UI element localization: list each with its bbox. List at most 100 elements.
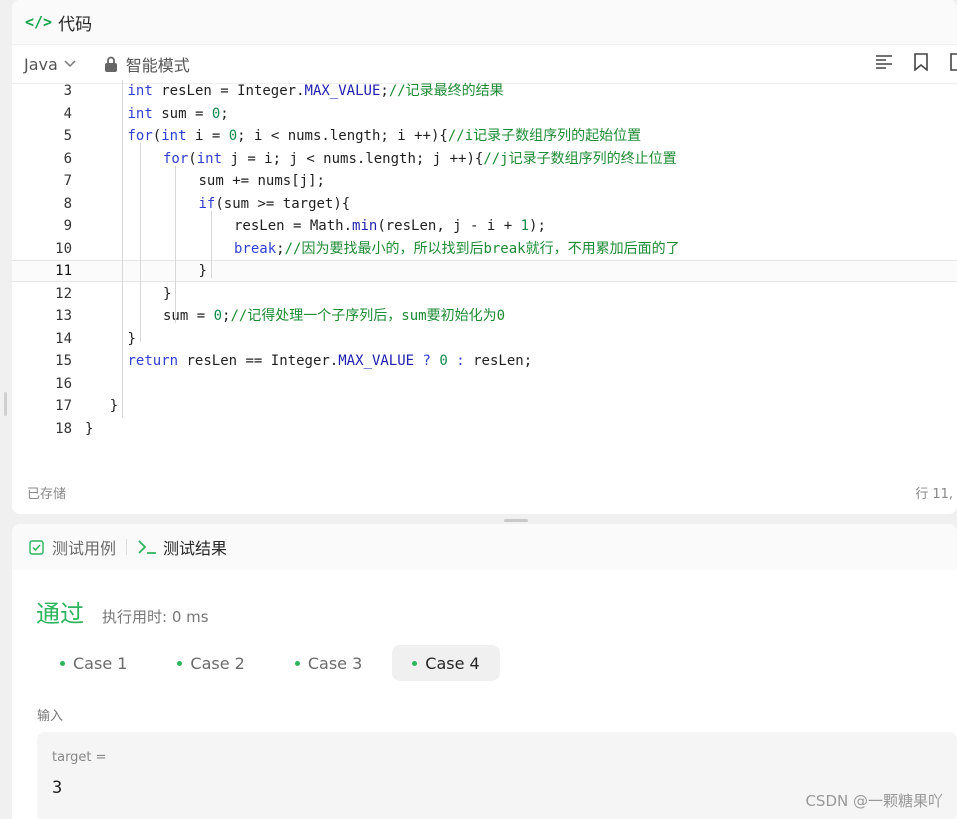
result-tabs: 测试用例 测试结果: [12, 524, 957, 570]
pass-dot-icon: [177, 660, 183, 666]
case-label: Case 3: [307, 653, 363, 673]
code-line[interactable]: 16: [12, 373, 957, 395]
code-token: ?: [414, 353, 440, 369]
code-text: sum = 0;//记得处理一个子序列后，sum要初始化为0: [163, 305, 505, 327]
code-line[interactable]: 14}: [12, 328, 957, 350]
status-bar: 已存储 行 11,: [12, 470, 957, 514]
code-token: //记录最终的结果: [388, 83, 504, 99]
pass-dot-icon: [60, 660, 65, 666]
code-text: sum += nums[j];: [199, 170, 325, 192]
more-icon[interactable]: [949, 53, 957, 75]
code-token: int: [127, 105, 153, 122]
line-number: 7: [63, 173, 72, 189]
code-text: }: [128, 328, 136, 350]
code-token: ; i < nums.length; i ++){: [237, 128, 448, 144]
code-text: }: [163, 283, 171, 305]
indent-guide: [210, 210, 212, 278]
line-number: 4: [63, 105, 72, 122]
code-text: }: [110, 395, 118, 417]
code-line[interactable]: 13 sum = 0;//记得处理一个子序列后，sum要初始化为0: [12, 305, 957, 327]
code-line[interactable]: 17}: [12, 395, 957, 417]
code-line[interactable]: 18}: [12, 418, 957, 440]
language-select[interactable]: Java: [24, 55, 76, 74]
watermark: CSDN @一颗糖果吖: [805, 792, 943, 810]
line-number: 12: [55, 285, 72, 302]
code-token: int: [161, 128, 187, 144]
code-token: return: [127, 353, 179, 369]
tab-testcases-label: 测试用例: [52, 539, 117, 558]
case-tab-4[interactable]: Case 4: [392, 645, 500, 681]
case-label: Case 2: [190, 653, 245, 673]
code-header: </> 代码: [12, 0, 957, 45]
param-value[interactable]: 3: [52, 778, 62, 798]
line-number: 5: [63, 128, 72, 144]
code-text: resLen = Math.min(resLen, j - i + 1);: [234, 215, 546, 237]
code-line[interactable]: 8 if(sum >= target){: [12, 193, 957, 215]
code-token: //记得处理一个子序列后，sum要初始化为0: [230, 308, 506, 324]
code-token: MAX_VALUE: [338, 353, 415, 369]
case-tab-2[interactable]: Case 2: [157, 645, 264, 681]
code-token: //因为要找最小的，所以找到后break就行，不用累加后面的了: [284, 240, 680, 257]
pass-dot-icon: [294, 660, 300, 666]
side-resize-handle[interactable]: [4, 392, 7, 416]
indent-guide: [121, 80, 123, 418]
code-token: resLen = Math.: [234, 218, 353, 234]
line-number: 16: [55, 375, 72, 392]
code-token: (resLen, j - i +: [377, 218, 521, 234]
param-name: target =: [52, 750, 107, 765]
input-label: 输入: [37, 709, 64, 724]
code-line[interactable]: 9 resLen = Math.min(resLen, j - i + 1);: [12, 215, 957, 237]
code-token: (: [188, 150, 197, 167]
line-number: 9: [63, 218, 72, 234]
tab-results[interactable]: 测试结果: [137, 535, 227, 559]
line-number: 10: [55, 240, 72, 257]
case-tab-3[interactable]: Case 3: [275, 645, 382, 681]
line-number: 8: [63, 195, 72, 212]
code-line[interactable]: 11}: [12, 260, 957, 282]
code-token: ;: [276, 240, 285, 257]
code-editor[interactable]: 3 int resLen = Integer.MAX_VALUE;//记录最终的结…: [12, 80, 957, 440]
code-line[interactable]: 10 break;//因为要找最小的，所以找到后break就行，不用累加后面的了: [12, 238, 957, 260]
indent-guide: [175, 165, 176, 323]
runtime-text: 执行用时: 0 ms: [102, 608, 209, 626]
code-text: if(sum >= target){: [199, 193, 351, 215]
indent-guide: [139, 143, 141, 342]
code-token: int: [127, 83, 153, 99]
case-tab-1[interactable]: Case 1: [40, 645, 147, 681]
code-token: 0: [211, 105, 221, 122]
code-text: }: [85, 418, 93, 440]
code-token: resLen = Integer.: [152, 83, 305, 99]
code-token: int: [196, 150, 223, 167]
format-icon[interactable]: [875, 54, 893, 74]
chevron-down-icon: [64, 58, 76, 71]
pass-dot-icon: [412, 660, 418, 666]
code-token: min: [352, 218, 378, 234]
code-line[interactable]: 12}: [12, 283, 957, 305]
code-text: return resLen == Integer.MAX_VALUE ? 0 :…: [128, 350, 533, 372]
code-token: sum =: [163, 308, 214, 324]
panel-resize-handle[interactable]: [504, 519, 528, 522]
code-line[interactable]: 3 int resLen = Integer.MAX_VALUE;//记录最终的结…: [12, 80, 957, 102]
line-number: 18: [55, 420, 72, 437]
code-line[interactable]: 5 for(int i = 0; i < nums.length; i ++){/…: [12, 125, 957, 147]
code-token: 1: [520, 218, 530, 234]
code-line[interactable]: 7 sum += nums[j];: [12, 170, 957, 192]
code-panel: </> 代码 Java 智能模式 3 int resLen = Integer.…: [12, 0, 957, 514]
code-token: (sum >= target){: [215, 195, 351, 212]
terminal-icon: [137, 539, 157, 555]
code-icon: </>: [25, 13, 53, 31]
case-tabs: Case 1 Case 2 Case 3 Case 4: [40, 645, 500, 681]
tab-divider: [126, 539, 128, 555]
code-token: }: [109, 398, 119, 414]
bookmark-icon[interactable]: [913, 53, 929, 75]
code-line[interactable]: 4 int sum = 0;: [12, 103, 957, 125]
code-line[interactable]: 15 return resLen == Integer.MAX_VALUE ? 0…: [12, 350, 957, 372]
code-text: break;//因为要找最小的，所以找到后break就行，不用累加后面的了: [234, 238, 680, 260]
code-token: resLen == Integer.: [178, 353, 339, 369]
code-token: ;: [380, 83, 389, 99]
smart-mode-toggle[interactable]: 智能模式: [104, 52, 190, 76]
code-token: ;: [220, 105, 229, 122]
code-line[interactable]: 6 for(int j = i; j < nums.length; j ++){/…: [12, 148, 957, 170]
tab-testcases[interactable]: 测试用例: [29, 535, 116, 559]
code-panel-title: 代码: [58, 14, 93, 35]
